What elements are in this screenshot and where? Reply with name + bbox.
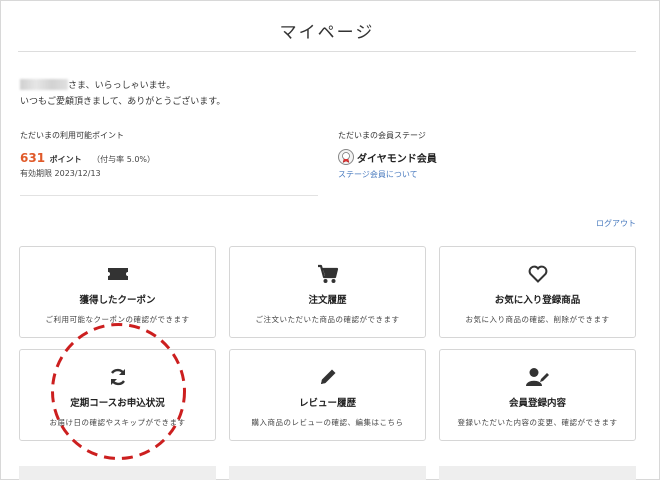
points-label: ただいまの利用可能ポイント xyxy=(20,131,124,140)
cart-icon xyxy=(230,263,425,285)
points-rate: （付与率 5.0%） xyxy=(92,155,156,164)
greeting-line1: さま、いらっしゃいませ。 xyxy=(68,81,176,91)
points-value: 631 xyxy=(20,151,46,165)
card-title: 注文履歴 xyxy=(308,295,347,306)
card-partial[interactable] xyxy=(439,466,636,480)
card-profile[interactable]: 会員登録内容 登録いただいた内容の変更、確認ができます xyxy=(439,349,636,441)
card-orders[interactable]: 注文履歴 ご注文いただいた商品の確認ができます xyxy=(229,246,426,338)
card-partial[interactable] xyxy=(19,466,216,480)
card-title: 定期コースお申込状況 xyxy=(70,398,165,409)
refresh-icon xyxy=(20,366,215,388)
stage-info-link[interactable]: ステージ会員について xyxy=(338,169,638,180)
card-desc: お気に入り商品の確認、削除ができます xyxy=(465,315,610,324)
points-unit: ポイント xyxy=(49,155,82,164)
card-reviews[interactable]: レビュー履歴 購入商品のレビューの確認、編集はこちら xyxy=(229,349,426,441)
pencil-icon xyxy=(230,366,425,388)
card-favorites[interactable]: お気に入り登録商品 お気に入り商品の確認、削除ができます xyxy=(439,246,636,338)
card-coupons[interactable]: 獲得したクーポン ご利用可能なクーポンの確認ができます xyxy=(19,246,216,338)
greeting: さま、いらっしゃいませ。 いつもご愛顧頂きまして、ありがとうございます。 xyxy=(20,78,225,110)
card-desc: 購入商品のレビューの確認、編集はこちら xyxy=(251,418,404,427)
greeting-line2: いつもご愛顧頂きまして、ありがとうございます。 xyxy=(20,97,226,107)
blurred-username xyxy=(20,79,68,90)
stage-name: ダイヤモンド会員 xyxy=(357,153,437,165)
user-edit-icon xyxy=(440,366,635,388)
card-title: 獲得したクーポン xyxy=(79,295,156,306)
card-title: 会員登録内容 xyxy=(508,398,566,409)
card-desc: 登録いただいた内容の変更、確認ができます xyxy=(457,418,618,427)
ticket-icon xyxy=(20,263,215,285)
page-title: マイページ xyxy=(18,18,636,52)
card-desc: ご注文いただいた商品の確認ができます xyxy=(255,315,400,324)
heart-icon xyxy=(440,263,635,285)
card-title: お気に入り登録商品 xyxy=(494,295,581,306)
card-subscription[interactable]: 定期コースお申込状況 お届け日の確認やスキップができます xyxy=(19,349,216,441)
points-panel: ただいまの利用可能ポイント 631 ポイント （付与率 5.0%） 有効期限 2… xyxy=(20,130,318,196)
card-partial[interactable] xyxy=(229,466,426,480)
points-expiry: 有効期限 2023/12/13 xyxy=(20,169,101,178)
card-desc: お届け日の確認やスキップができます xyxy=(49,418,186,427)
logout-link[interactable]: ログアウト xyxy=(596,218,636,229)
card-title: レビュー履歴 xyxy=(298,398,356,409)
medal-icon xyxy=(338,149,354,165)
stage-label: ただいまの会員ステージ xyxy=(338,131,426,140)
card-desc: ご利用可能なクーポンの確認ができます xyxy=(45,315,190,324)
stage-panel: ただいまの会員ステージ ダイヤモンド会員 ステージ会員について xyxy=(338,130,638,196)
